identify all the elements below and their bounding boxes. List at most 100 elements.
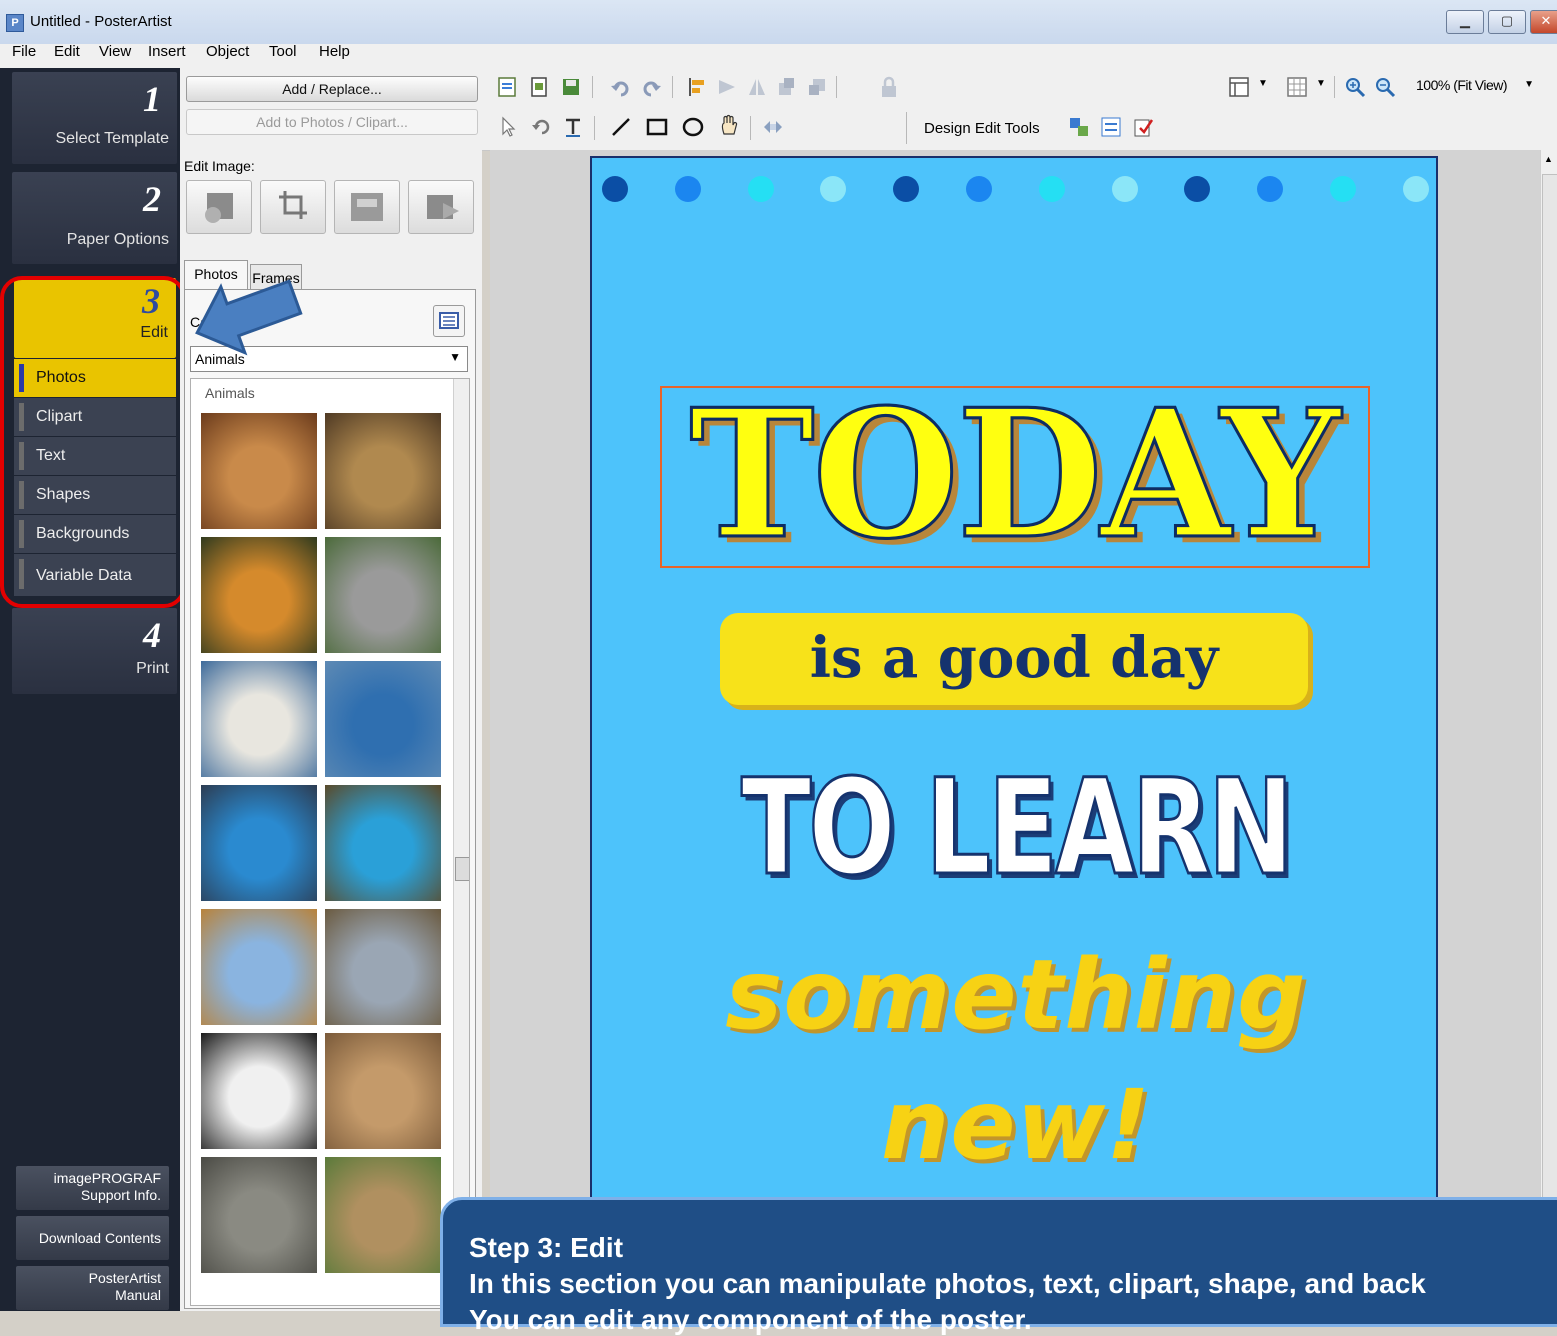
- zoom-in-icon[interactable]: [1344, 76, 1366, 98]
- edit-highlight-frame: [0, 276, 186, 608]
- support-info-button[interactable]: imagePROGRAF Support Info.: [16, 1166, 169, 1210]
- step-number: 2: [143, 179, 161, 219]
- align-icon[interactable]: [686, 76, 708, 98]
- chevron-down-icon[interactable]: ▼: [1316, 78, 1326, 89]
- bring-front-icon[interactable]: [776, 76, 798, 98]
- distribute-icon[interactable]: [716, 76, 738, 98]
- page-layout-icon[interactable]: [1228, 76, 1250, 98]
- poster-canvas[interactable]: TODAY is a good day TO LEARN something n…: [590, 156, 1438, 1311]
- replace-tool-icon[interactable]: [1100, 116, 1122, 138]
- view-toggle-button[interactable]: [433, 305, 465, 337]
- menu-object[interactable]: Object: [200, 44, 255, 68]
- polar-bear-photo[interactable]: [201, 661, 317, 777]
- koala-photo[interactable]: [325, 537, 441, 653]
- add-to-photos-button[interactable]: Add to Photos / Clipart...: [186, 109, 478, 135]
- poster-dot: [747, 176, 774, 202]
- step-number: 1: [143, 79, 161, 119]
- menu-tool[interactable]: Tool: [263, 44, 303, 68]
- giraffe-photo[interactable]: [201, 909, 317, 1025]
- step-label: Paper Options: [66, 231, 169, 248]
- download-contents-button[interactable]: Download Contents: [16, 1216, 169, 1260]
- ellipse-tool-icon[interactable]: [682, 116, 704, 138]
- poster-headline-today[interactable]: TODAY: [664, 370, 1364, 579]
- rectangle-tool-icon[interactable]: [646, 116, 668, 138]
- undo-icon[interactable]: [610, 76, 632, 98]
- zoom-out-icon[interactable]: [1374, 76, 1396, 98]
- hand-tool-icon[interactable]: [718, 114, 740, 136]
- cheetah-photo[interactable]: [325, 413, 441, 529]
- menu-file[interactable]: File: [6, 44, 42, 68]
- save-icon[interactable]: [560, 76, 582, 98]
- image-trim-button[interactable]: [408, 180, 474, 234]
- chevron-down-icon: ▼: [1524, 79, 1534, 90]
- line-tool-icon[interactable]: [610, 116, 632, 138]
- scroll-thumb[interactable]: [1542, 174, 1557, 1310]
- poster-dot: [893, 176, 920, 202]
- poster-dot: [1330, 176, 1356, 202]
- gerenuk-photo[interactable]: [325, 909, 441, 1025]
- step-print[interactable]: 4 Print: [12, 608, 177, 694]
- crop-button[interactable]: [260, 180, 326, 234]
- caption-text-2: You can edit any component of the poster…: [469, 1304, 1032, 1335]
- redo-icon[interactable]: [640, 76, 662, 98]
- grid-icon[interactable]: [1286, 76, 1308, 98]
- image-adjust-icon: [205, 193, 233, 223]
- open-icon[interactable]: [528, 76, 550, 98]
- scroll-thumb[interactable]: [455, 857, 469, 881]
- text-tool-icon[interactable]: [562, 116, 584, 138]
- rotate-icon[interactable]: [530, 116, 552, 138]
- menu-help[interactable]: Help: [313, 44, 356, 68]
- chevron-down-icon[interactable]: ▼: [1258, 78, 1268, 89]
- step-label: Print: [136, 660, 169, 677]
- flip-icon[interactable]: [746, 76, 768, 98]
- add-replace-button[interactable]: Add / Replace...: [186, 76, 478, 102]
- camel-photo[interactable]: [325, 1033, 441, 1149]
- maximize-button[interactable]: ▢: [1488, 10, 1526, 34]
- menu-edit[interactable]: Edit: [48, 44, 86, 68]
- poster-something-new[interactable]: something new!: [622, 930, 1410, 1190]
- minimize-button[interactable]: ▁: [1446, 10, 1484, 34]
- caption-title: Step 3: Edit: [469, 1232, 624, 1263]
- tiger-photo[interactable]: [201, 537, 317, 653]
- zoom-select[interactable]: 100% (Fit View) ▼: [1412, 74, 1534, 98]
- step-select-template[interactable]: 1 Select Template: [12, 72, 177, 164]
- step-caption: Step 3: Edit In this section you can man…: [440, 1197, 1557, 1335]
- elephant-photo[interactable]: [201, 1157, 317, 1273]
- step-label: Select Template: [55, 130, 169, 147]
- lioness-photo[interactable]: [201, 413, 317, 529]
- canvas-scrollbar[interactable]: ▲: [1540, 150, 1557, 1311]
- lock-icon[interactable]: [878, 76, 900, 98]
- grid-view-icon: [439, 312, 459, 329]
- image-effect-button[interactable]: [334, 180, 400, 234]
- poster-dot: [674, 176, 701, 202]
- design-check-icon[interactable]: [1132, 116, 1154, 138]
- menu-insert[interactable]: Insert: [142, 44, 192, 68]
- poster-dot: [602, 176, 628, 202]
- close-button[interactable]: ✕: [1530, 10, 1557, 34]
- menu-view[interactable]: View: [93, 44, 137, 68]
- step-number: 4: [143, 615, 161, 655]
- button-line: imagePROGRAF: [53, 1170, 161, 1186]
- image-adjust-button[interactable]: [186, 180, 252, 234]
- poster-to-learn[interactable]: TO LEARN: [732, 748, 1300, 908]
- gallery-scrollbar[interactable]: [453, 379, 469, 1305]
- object-move-icon[interactable]: [762, 116, 784, 138]
- layout-tool-icon[interactable]: [1068, 116, 1090, 138]
- new-icon[interactable]: [496, 76, 518, 98]
- zoom-value: 100% (Fit View): [1416, 77, 1508, 93]
- menu-bar: File Edit View Insert Object Tool Help: [0, 44, 1557, 68]
- zebra-photo[interactable]: [201, 1033, 317, 1149]
- scroll-up-icon[interactable]: ▲: [1544, 154, 1553, 164]
- dolphin-photo[interactable]: [325, 661, 441, 777]
- manual-button[interactable]: PosterArtist Manual: [16, 1266, 169, 1310]
- gallery-group-label: Animals: [205, 385, 255, 401]
- select-pointer-icon[interactable]: [498, 116, 520, 138]
- impala-photo[interactable]: [325, 1157, 441, 1273]
- sea-turtle-photo[interactable]: [325, 785, 441, 901]
- send-back-icon[interactable]: [806, 76, 828, 98]
- poster-dot: [1257, 176, 1284, 202]
- poster-subtitle[interactable]: is a good day: [720, 613, 1308, 705]
- seal-photo[interactable]: [201, 785, 317, 901]
- image-effect-icon: [351, 193, 383, 221]
- step-paper-options[interactable]: 2 Paper Options: [12, 172, 177, 264]
